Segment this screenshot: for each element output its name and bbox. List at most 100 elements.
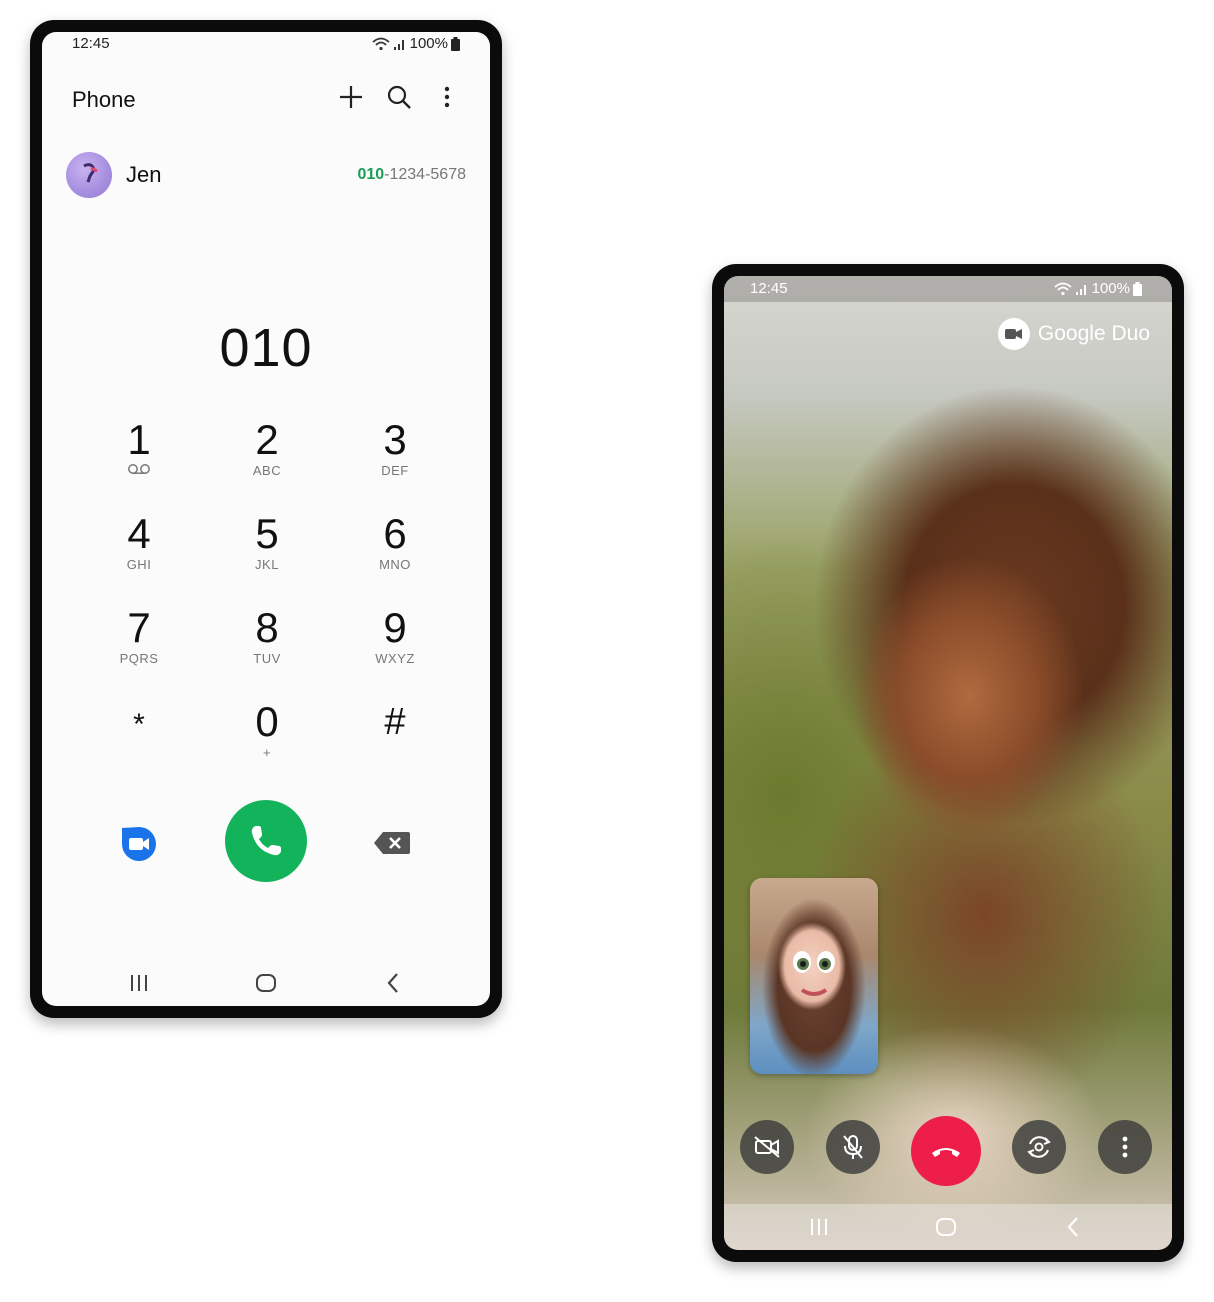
home-button[interactable] [251,970,281,996]
more-vert-icon [1122,1136,1128,1158]
key-4[interactable]: 4 GHI [75,511,203,601]
duo-video-icon [122,827,156,861]
key-3[interactable]: 3 DEF [331,417,459,507]
status-indicators: 100% [372,35,460,52]
navigation-bar [724,1204,1172,1250]
key-digit: 9 [383,604,407,651]
mute-button[interactable] [826,1120,880,1174]
phone-icon [251,826,281,856]
status-time: 12:45 [750,280,788,297]
signal-icon [1075,284,1086,295]
key-digit: 5 [255,510,279,557]
duo-logo-icon [997,318,1030,350]
video-call-screen: 12:45 100% Google Duo [724,276,1172,1250]
battery-icon [451,36,460,51]
contact-number-rest: -1234-5678 [384,166,466,183]
status-bar: 12:45 100% [724,276,1172,302]
key-5[interactable]: 5 JKL [203,511,331,601]
key-letters: WXYZ [375,651,415,666]
home-button[interactable] [931,1214,961,1240]
back-button[interactable] [378,970,408,996]
key-0[interactable]: 0 + [203,699,331,789]
avatar-emoji-image [793,951,835,996]
key-letters: PQRS [119,651,159,666]
video-off-icon [754,1136,780,1158]
more-vert-icon [444,86,450,108]
recents-icon [811,1219,827,1235]
wifi-icon [1054,282,1072,295]
status-indicators: 100% [1054,280,1142,297]
app-brand: Google Duo [997,318,1150,350]
toolbar [338,82,460,112]
key-digit: 0 [255,698,279,745]
recent-apps-button[interactable] [804,1214,834,1240]
backspace-icon [374,832,410,854]
back-button[interactable] [1058,1214,1088,1240]
battery-percent: 100% [1091,280,1130,297]
back-icon [387,973,398,993]
key-digit: 1 [127,416,151,463]
key-digit: 8 [255,604,279,651]
brand-name: Google Duo [1037,322,1150,345]
wifi-icon [372,37,390,50]
dialer-screen: 12:45 100% Phone Jen 010-1234-5678 010 1… [42,32,490,1006]
key-digit: * [133,708,145,741]
key-star[interactable]: * [75,699,203,789]
backspace-button[interactable] [372,828,412,858]
contact-number: 010-1234-5678 [357,166,466,184]
video-call-phone-frame: 12:45 100% Google Duo [712,264,1184,1262]
battery-percent: 100% [409,35,448,52]
voicemail-icon [75,463,203,479]
dialer-actions [42,800,490,886]
call-button[interactable] [225,800,307,882]
page-title: Phone [72,87,136,112]
key-digit: 6 [383,510,407,557]
key-letters: JKL [255,557,279,572]
key-digit: # [384,701,406,743]
add-contact-button[interactable] [338,82,364,112]
dialer-phone-frame: 12:45 100% Phone Jen 010-1234-5678 010 1… [30,20,502,1018]
more-options-button[interactable] [434,82,460,112]
status-time: 12:45 [72,35,110,52]
switch-camera-button[interactable] [1012,1120,1066,1174]
search-button[interactable] [386,82,412,112]
end-call-button[interactable] [911,1116,981,1186]
navigation-bar [42,962,490,1006]
key-digit: 4 [127,510,151,557]
signal-icon [393,39,404,50]
call-controls [724,1116,1172,1186]
avatar [66,152,112,198]
key-8[interactable]: 8 TUV [203,605,331,695]
key-6[interactable]: 6 MNO [331,511,459,601]
key-digit: 2 [255,416,279,463]
key-7[interactable]: 7 PQRS [75,605,203,695]
status-bar: 12:45 100% [42,32,490,56]
contact-suggestion[interactable]: Jen 010-1234-5678 [66,152,466,200]
recents-icon [131,975,147,991]
key-digit: 7 [127,604,151,651]
search-icon [387,85,411,109]
key-9[interactable]: 9 WXYZ [331,605,459,695]
video-call-button[interactable] [120,826,158,862]
mute-mic-icon [843,1135,863,1159]
switch-camera-icon [1027,1136,1051,1158]
camera-toggle-button[interactable] [740,1120,794,1174]
key-letters: ABC [252,463,282,478]
key-hash[interactable]: # [331,699,459,789]
key-2[interactable]: 2 ABC [203,417,331,507]
key-letters: TUV [253,651,281,666]
recent-apps-button[interactable] [124,970,154,996]
home-icon [936,1218,956,1236]
key-1[interactable]: 1 [75,417,203,507]
home-icon [256,974,276,992]
contact-number-match: 010 [357,166,385,183]
more-options-button[interactable] [1098,1120,1152,1174]
key-letters: GHI [126,557,152,572]
self-view-preview[interactable] [750,878,878,1074]
key-letters: + [262,745,272,760]
back-icon [1067,1217,1078,1237]
key-letters: DEF [381,463,409,478]
key-digit: 3 [383,416,407,463]
dialed-number: 010 [219,318,313,378]
key-letters: MNO [379,557,411,572]
